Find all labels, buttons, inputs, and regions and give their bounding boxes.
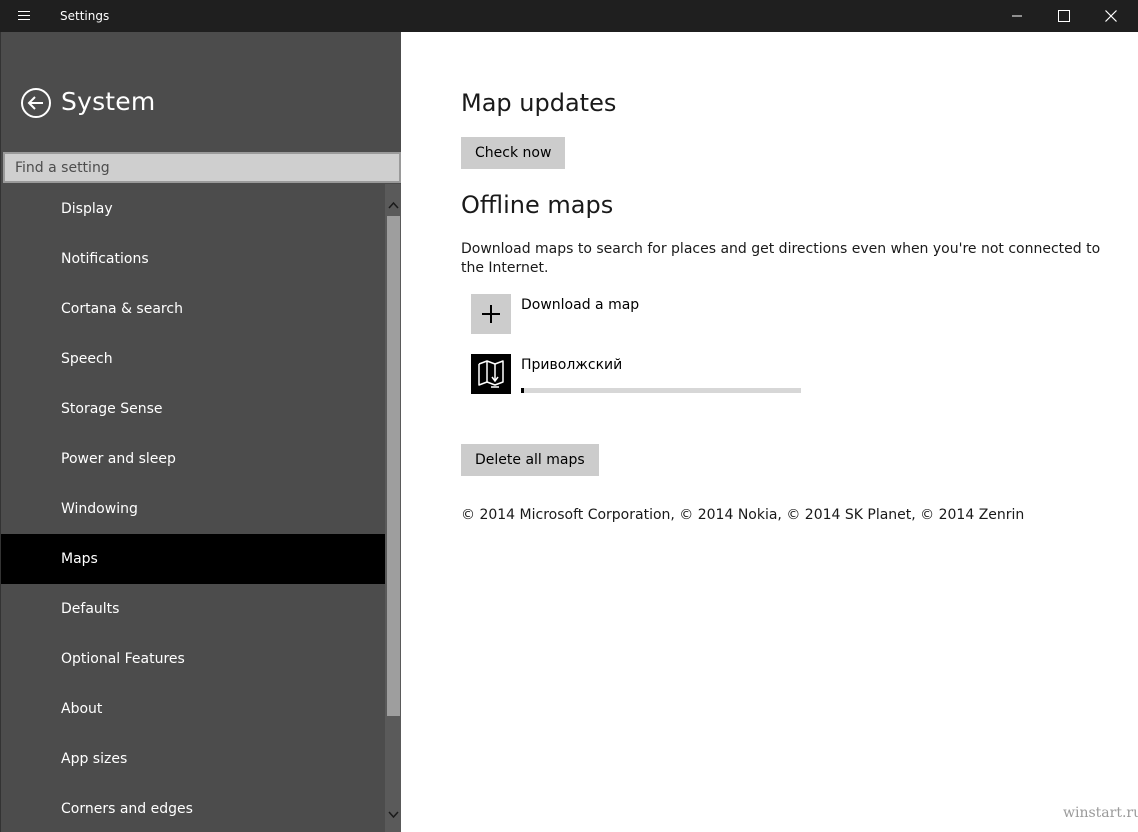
sidebar-item-label: Windowing <box>61 501 138 517</box>
section-title: System <box>61 87 156 116</box>
delete-all-maps-button[interactable]: Delete all maps <box>461 444 599 476</box>
sidebar-scrollbar[interactable] <box>385 184 402 832</box>
scroll-down-button[interactable] <box>385 802 402 832</box>
search-input[interactable] <box>3 152 401 183</box>
sidebar-item-label: Defaults <box>61 601 120 617</box>
sidebar: System Display Notifications Cortana & s… <box>0 32 402 832</box>
close-button[interactable] <box>1088 0 1134 32</box>
sidebar-item-label: Display <box>61 201 113 217</box>
sidebar-item-app-sizes[interactable]: App sizes <box>1 734 385 784</box>
download-map-link[interactable]: Download a map <box>521 296 639 314</box>
map-tile <box>471 354 511 394</box>
sidebar-item-display[interactable]: Display <box>1 184 385 234</box>
download-progress-bar <box>521 388 801 393</box>
sidebar-item-label: About <box>61 701 103 717</box>
sidebar-item-cortana-search[interactable]: Cortana & search <box>1 284 385 334</box>
sidebar-item-label: Corners and edges <box>61 801 193 817</box>
sidebar-item-maps[interactable]: Maps <box>1 534 385 584</box>
sidebar-item-label: App sizes <box>61 751 128 767</box>
back-arrow-icon <box>21 88 51 118</box>
chevron-up-icon <box>388 201 399 209</box>
offline-maps-description: Download maps to search for places and g… <box>461 241 1101 276</box>
back-button[interactable] <box>20 87 52 119</box>
sidebar-item-label: Speech <box>61 351 113 367</box>
window-title: Settings <box>60 9 110 23</box>
offline-maps-heading: Offline maps <box>461 191 614 219</box>
sidebar-item-label: Notifications <box>61 251 149 267</box>
sidebar-item-defaults[interactable]: Defaults <box>1 584 385 634</box>
sidebar-item-corners-edges[interactable]: Corners and edges <box>1 784 385 832</box>
sidebar-item-storage-sense[interactable]: Storage Sense <box>1 384 385 434</box>
sidebar-item-notifications[interactable]: Notifications <box>1 234 385 284</box>
minimize-icon <box>1012 15 1022 17</box>
sidebar-item-label: Power and sleep <box>61 451 176 467</box>
plus-icon <box>482 305 500 323</box>
nav-list: Display Notifications Cortana & search S… <box>1 184 385 832</box>
maximize-icon <box>1058 10 1070 22</box>
maximize-button[interactable] <box>1041 0 1087 32</box>
download-progress-fill <box>521 388 524 393</box>
check-now-button[interactable]: Check now <box>461 137 566 169</box>
sidebar-item-label: Cortana & search <box>61 301 183 317</box>
scrollbar-thumb[interactable] <box>387 216 400 716</box>
download-map-tile[interactable] <box>471 294 511 334</box>
sidebar-item-label: Optional Features <box>61 651 185 667</box>
downloading-map-name: Приволжский <box>521 357 623 373</box>
hamburger-icon[interactable] <box>14 8 36 24</box>
chevron-down-icon <box>388 811 399 819</box>
map-download-icon <box>478 360 504 388</box>
map-updates-heading: Map updates <box>461 89 617 117</box>
sidebar-item-about[interactable]: About <box>1 684 385 734</box>
main-content: Map updates Check now Offline maps Downl… <box>401 32 1138 832</box>
sidebar-item-optional-features[interactable]: Optional Features <box>1 634 385 684</box>
sidebar-item-label: Maps <box>61 551 98 567</box>
copyright-text: © 2014 Microsoft Corporation, © 2014 Nok… <box>461 507 1025 523</box>
title-bar: Settings <box>0 0 1138 32</box>
minimize-button[interactable] <box>994 0 1040 32</box>
watermark: winstart.ru <box>1063 805 1138 821</box>
sidebar-item-speech[interactable]: Speech <box>1 334 385 384</box>
sidebar-item-power-sleep[interactable]: Power and sleep <box>1 434 385 484</box>
sidebar-item-windowing[interactable]: Windowing <box>1 484 385 534</box>
sidebar-item-label: Storage Sense <box>61 401 163 417</box>
close-icon <box>1105 10 1117 22</box>
